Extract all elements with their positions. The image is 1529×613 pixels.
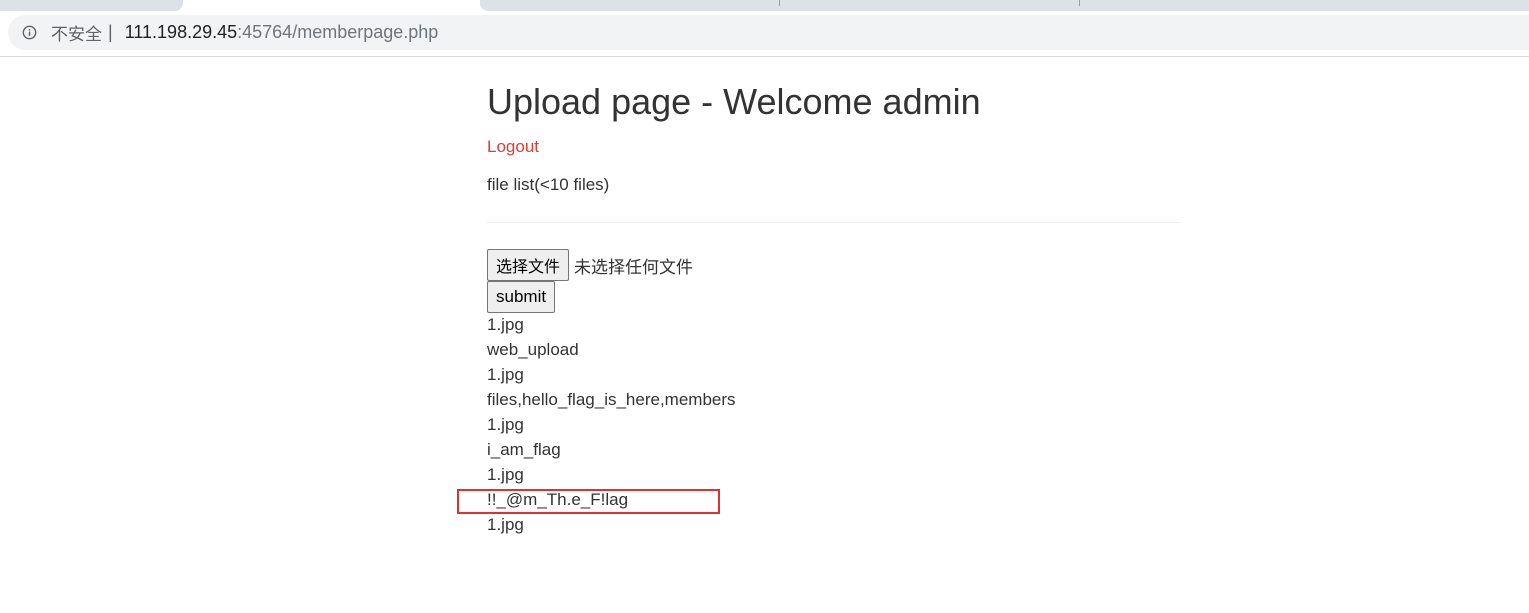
list-item: files,hello_flag_is_here,members — [487, 390, 736, 409]
tab-strip — [0, 0, 1529, 11]
url-host[interactable]: 111.198.29.45 — [125, 22, 237, 43]
list-item: 1.jpg — [487, 515, 524, 534]
url-path[interactable]: :45764/memberpage.php — [237, 22, 438, 43]
tab-inactive-left[interactable] — [0, 0, 183, 11]
logout-link[interactable]: Logout — [487, 137, 539, 157]
divider — [487, 222, 1181, 223]
file-input[interactable]: 选择文件 未选择任何文件 — [487, 249, 693, 281]
highlight-annotation-box — [457, 489, 720, 514]
list-item: i_am_flag — [487, 440, 561, 459]
choose-file-button[interactable]: 选择文件 — [487, 249, 570, 281]
list-item: 1.jpg — [487, 315, 524, 334]
no-file-chosen-label: 未选择任何文件 — [574, 257, 694, 278]
address-bar[interactable]: 不安全 | 111.198.29.45:45764/memberpage.php — [8, 15, 1529, 50]
list-item: 1.jpg — [487, 415, 524, 434]
security-status[interactable]: 不安全 — [51, 20, 102, 45]
address-divider: | — [108, 22, 113, 42]
list-item: web_upload — [487, 340, 579, 359]
file-list-title: file list(<10 files) — [487, 175, 610, 194]
submit-button[interactable]: submit — [487, 281, 556, 313]
list-item: 1.jpg — [487, 365, 524, 384]
browser-chrome: 不安全 | 111.198.29.45:45764/memberpage.php — [0, 0, 1529, 57]
info-icon[interactable] — [21, 25, 37, 41]
submit-row: submit — [487, 281, 556, 313]
page-title: Upload page - Welcome admin — [487, 81, 981, 122]
tab-separator — [1079, 0, 1080, 6]
tab-inactive-right[interactable] — [480, 0, 1529, 11]
list-item: 1.jpg — [487, 465, 524, 484]
tab-separator — [779, 0, 780, 6]
